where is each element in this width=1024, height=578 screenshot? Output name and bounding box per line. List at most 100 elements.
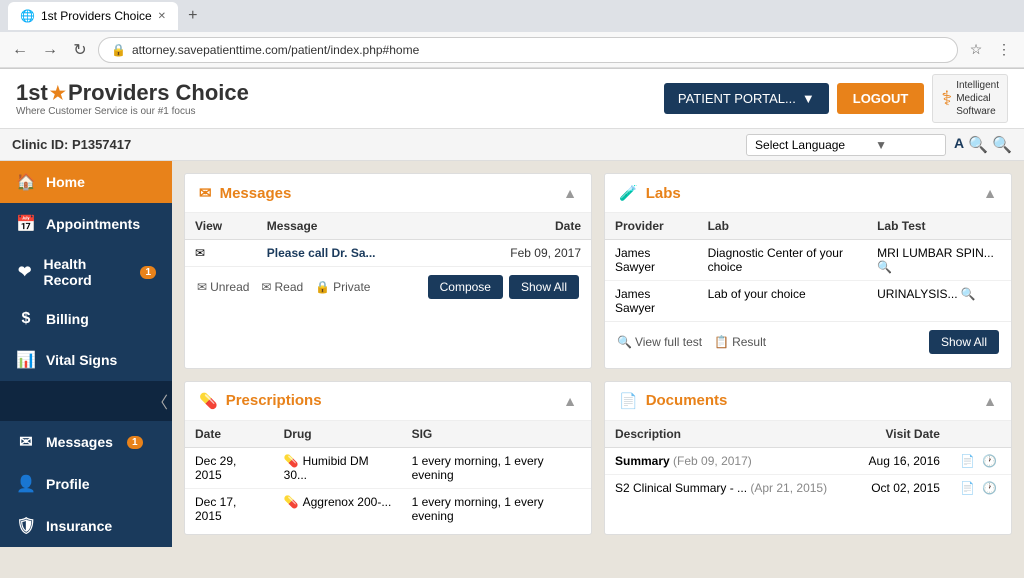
search-small-icon: 🔍 — [617, 335, 632, 349]
doc-row2-actions: 📄 🕐 — [950, 474, 1011, 501]
result-link[interactable]: 📋 Result — [714, 335, 766, 349]
sidebar-item-billing[interactable]: $ Billing — [0, 299, 172, 339]
rx-row2-date: Dec 17, 2015 — [185, 488, 274, 529]
insurance-icon: 🛡 — [16, 516, 36, 536]
messages-card-collapse[interactable]: ▲ — [563, 185, 577, 201]
home-icon: 🏠 — [16, 172, 36, 192]
bookmark-icon[interactable]: ☆ — [964, 38, 988, 62]
unread-icon: ✉ — [197, 280, 207, 294]
prescriptions-card: 💊 Prescriptions ▲ Date Drug SIG — [184, 381, 592, 536]
documents-card-title: 📄 Documents — [619, 392, 727, 410]
private-filter[interactable]: 🔒 Private — [315, 280, 370, 294]
table-row: Summary (Feb 09, 2017) Aug 16, 2016 📄 🕐 — [605, 447, 1011, 474]
unread-filter[interactable]: ✉ Unread — [197, 280, 249, 294]
read-filter[interactable]: ✉ Read — [261, 280, 303, 294]
messages-table-wrapper: View Message Date ✉ Please call Dr. Sa..… — [185, 213, 591, 266]
messages-footer-actions: Compose Show All — [428, 275, 579, 299]
doc-clock-icon[interactable]: 🕐 — [982, 454, 997, 468]
address-bar[interactable]: 🔒 attorney.savepatienttime.com/patient/i… — [98, 37, 958, 63]
ims-icon: ⚕ — [941, 86, 952, 111]
logo-suffix: Providers Choice — [68, 80, 249, 106]
labs-footer-links: 🔍 View full test 📋 Result — [617, 335, 766, 349]
sidebar: 🏠 Home 📅 Appointments ❤ Health Record 1 … — [0, 161, 172, 547]
labs-col-test: Lab Test — [867, 213, 1011, 240]
patient-portal-button[interactable]: PATIENT PORTAL... ▼ — [664, 83, 829, 114]
messages-card-icon: ✉ — [199, 184, 212, 202]
doc-col-actions — [950, 421, 1011, 448]
messages-show-all-button[interactable]: Show All — [509, 275, 579, 299]
sidebar-label-profile: Profile — [46, 476, 90, 492]
labs-col-provider: Provider — [605, 213, 698, 240]
sidebar-item-health-record[interactable]: ❤ Health Record 1 — [0, 245, 172, 299]
messages-col-date: Date — [453, 213, 591, 240]
health-record-badge: 1 — [140, 266, 156, 279]
url-text: attorney.savepatienttime.com/patient/ind… — [132, 43, 419, 57]
labs-card: 🧪 Labs ▲ Provider Lab Lab Test — [604, 173, 1012, 369]
messages-card: ✉ Messages ▲ View Message Date — [184, 173, 592, 369]
search-icon-1[interactable]: 🔍 — [968, 135, 988, 155]
settings-icon[interactable]: ⋮ — [992, 38, 1016, 62]
rx-row1-sig: 1 every morning, 1 every evening — [402, 447, 591, 488]
language-select-arrow: ▼ — [875, 138, 887, 152]
app-header: 1st★Providers Choice Where Customer Serv… — [0, 69, 1024, 129]
doc-file-icon-2[interactable]: 📄 — [960, 481, 975, 495]
doc-col-description: Description — [605, 421, 852, 448]
documents-card-header: 📄 Documents ▲ — [605, 382, 1011, 421]
tab-close-icon[interactable]: ✕ — [158, 11, 166, 22]
prescriptions-card-header: 💊 Prescriptions ▲ — [185, 382, 591, 421]
rx-col-date: Date — [185, 421, 274, 448]
prescriptions-card-collapse[interactable]: ▲ — [563, 393, 577, 409]
message-link[interactable]: Please call Dr. Sa... — [267, 246, 376, 260]
envelope-icon: ✉ — [195, 246, 205, 260]
drug-icon: 💊 — [284, 495, 299, 509]
sidebar-item-home[interactable]: 🏠 Home — [0, 161, 172, 203]
logout-button[interactable]: LOGOUT — [837, 83, 925, 114]
browser-chrome: 🌐 1st Providers Choice ✕ + ← → ↻ 🔒 attor… — [0, 0, 1024, 69]
content-grid: ✉ Messages ▲ View Message Date — [172, 161, 1024, 547]
doc-file-icon[interactable]: 📄 — [960, 454, 975, 468]
back-button[interactable]: ← — [8, 38, 32, 62]
appointments-icon: 📅 — [16, 214, 36, 234]
sidebar-label-home: Home — [46, 174, 85, 190]
ims-logo: ⚕ Intelligent Medical Software — [932, 74, 1008, 123]
document-icon: 📋 — [714, 335, 729, 349]
sidebar-item-vital-signs[interactable]: 📊 Vital Signs — [0, 339, 172, 381]
documents-card-collapse[interactable]: ▲ — [983, 393, 997, 409]
labs-show-all-button[interactable]: Show All — [929, 330, 999, 354]
refresh-button[interactable]: ↻ — [68, 38, 92, 62]
doc-clock-icon-2[interactable]: 🕐 — [982, 481, 997, 495]
documents-table-wrapper: Description Visit Date Summary (Feb 09, … — [605, 421, 1011, 501]
language-select[interactable]: Select Language ▼ — [746, 134, 946, 156]
sidebar-collapse-button[interactable]: 〈 — [0, 381, 172, 421]
drug-icon: 💊 — [284, 454, 299, 468]
new-tab-button[interactable]: + — [182, 7, 203, 25]
lock-icon: 🔒 — [315, 280, 330, 294]
text-size-icon[interactable]: A — [954, 135, 964, 155]
search-icon[interactable]: 🔍 — [877, 260, 892, 274]
unread-label: Unread — [210, 280, 249, 294]
labs-card-icon: 🧪 — [619, 184, 638, 202]
sidebar-item-messages[interactable]: ✉ Messages 1 — [0, 421, 172, 463]
prescriptions-card-title: 💊 Prescriptions — [199, 392, 322, 410]
messages-table: View Message Date ✉ Please call Dr. Sa..… — [185, 213, 591, 266]
table-row: ✉ Please call Dr. Sa... Feb 09, 2017 — [185, 240, 591, 267]
table-row: Dec 17, 2015 💊Aggrenox 200-... 1 every m… — [185, 488, 591, 529]
compose-button[interactable]: Compose — [428, 275, 503, 299]
search-icon[interactable]: 🔍 — [961, 287, 976, 301]
forward-button[interactable]: → — [38, 38, 62, 62]
doc-row1-desc: Summary (Feb 09, 2017) — [605, 447, 852, 474]
labs-table: Provider Lab Lab Test James Sawyer Diagn… — [605, 213, 1011, 321]
browser-tab[interactable]: 🌐 1st Providers Choice ✕ — [8, 2, 178, 30]
table-row: James Sawyer Lab of your choice URINALYS… — [605, 281, 1011, 322]
labs-card-collapse[interactable]: ▲ — [983, 185, 997, 201]
sidebar-item-insurance[interactable]: 🛡 Insurance — [0, 505, 172, 547]
sidebar-item-appointments[interactable]: 📅 Appointments — [0, 203, 172, 245]
documents-card-icon: 📄 — [619, 392, 638, 410]
rx-row1-drug: 💊Humibid DM 30... — [274, 447, 402, 488]
logo-star: ★ — [50, 83, 66, 104]
rx-row2-drug: 💊Aggrenox 200-... — [274, 488, 402, 529]
labs-card-footer: 🔍 View full test 📋 Result Show All — [605, 321, 1011, 362]
sidebar-item-profile[interactable]: 👤 Profile — [0, 463, 172, 505]
view-full-test-link[interactable]: 🔍 View full test — [617, 335, 702, 349]
search-icon-2[interactable]: 🔍 — [992, 135, 1012, 155]
